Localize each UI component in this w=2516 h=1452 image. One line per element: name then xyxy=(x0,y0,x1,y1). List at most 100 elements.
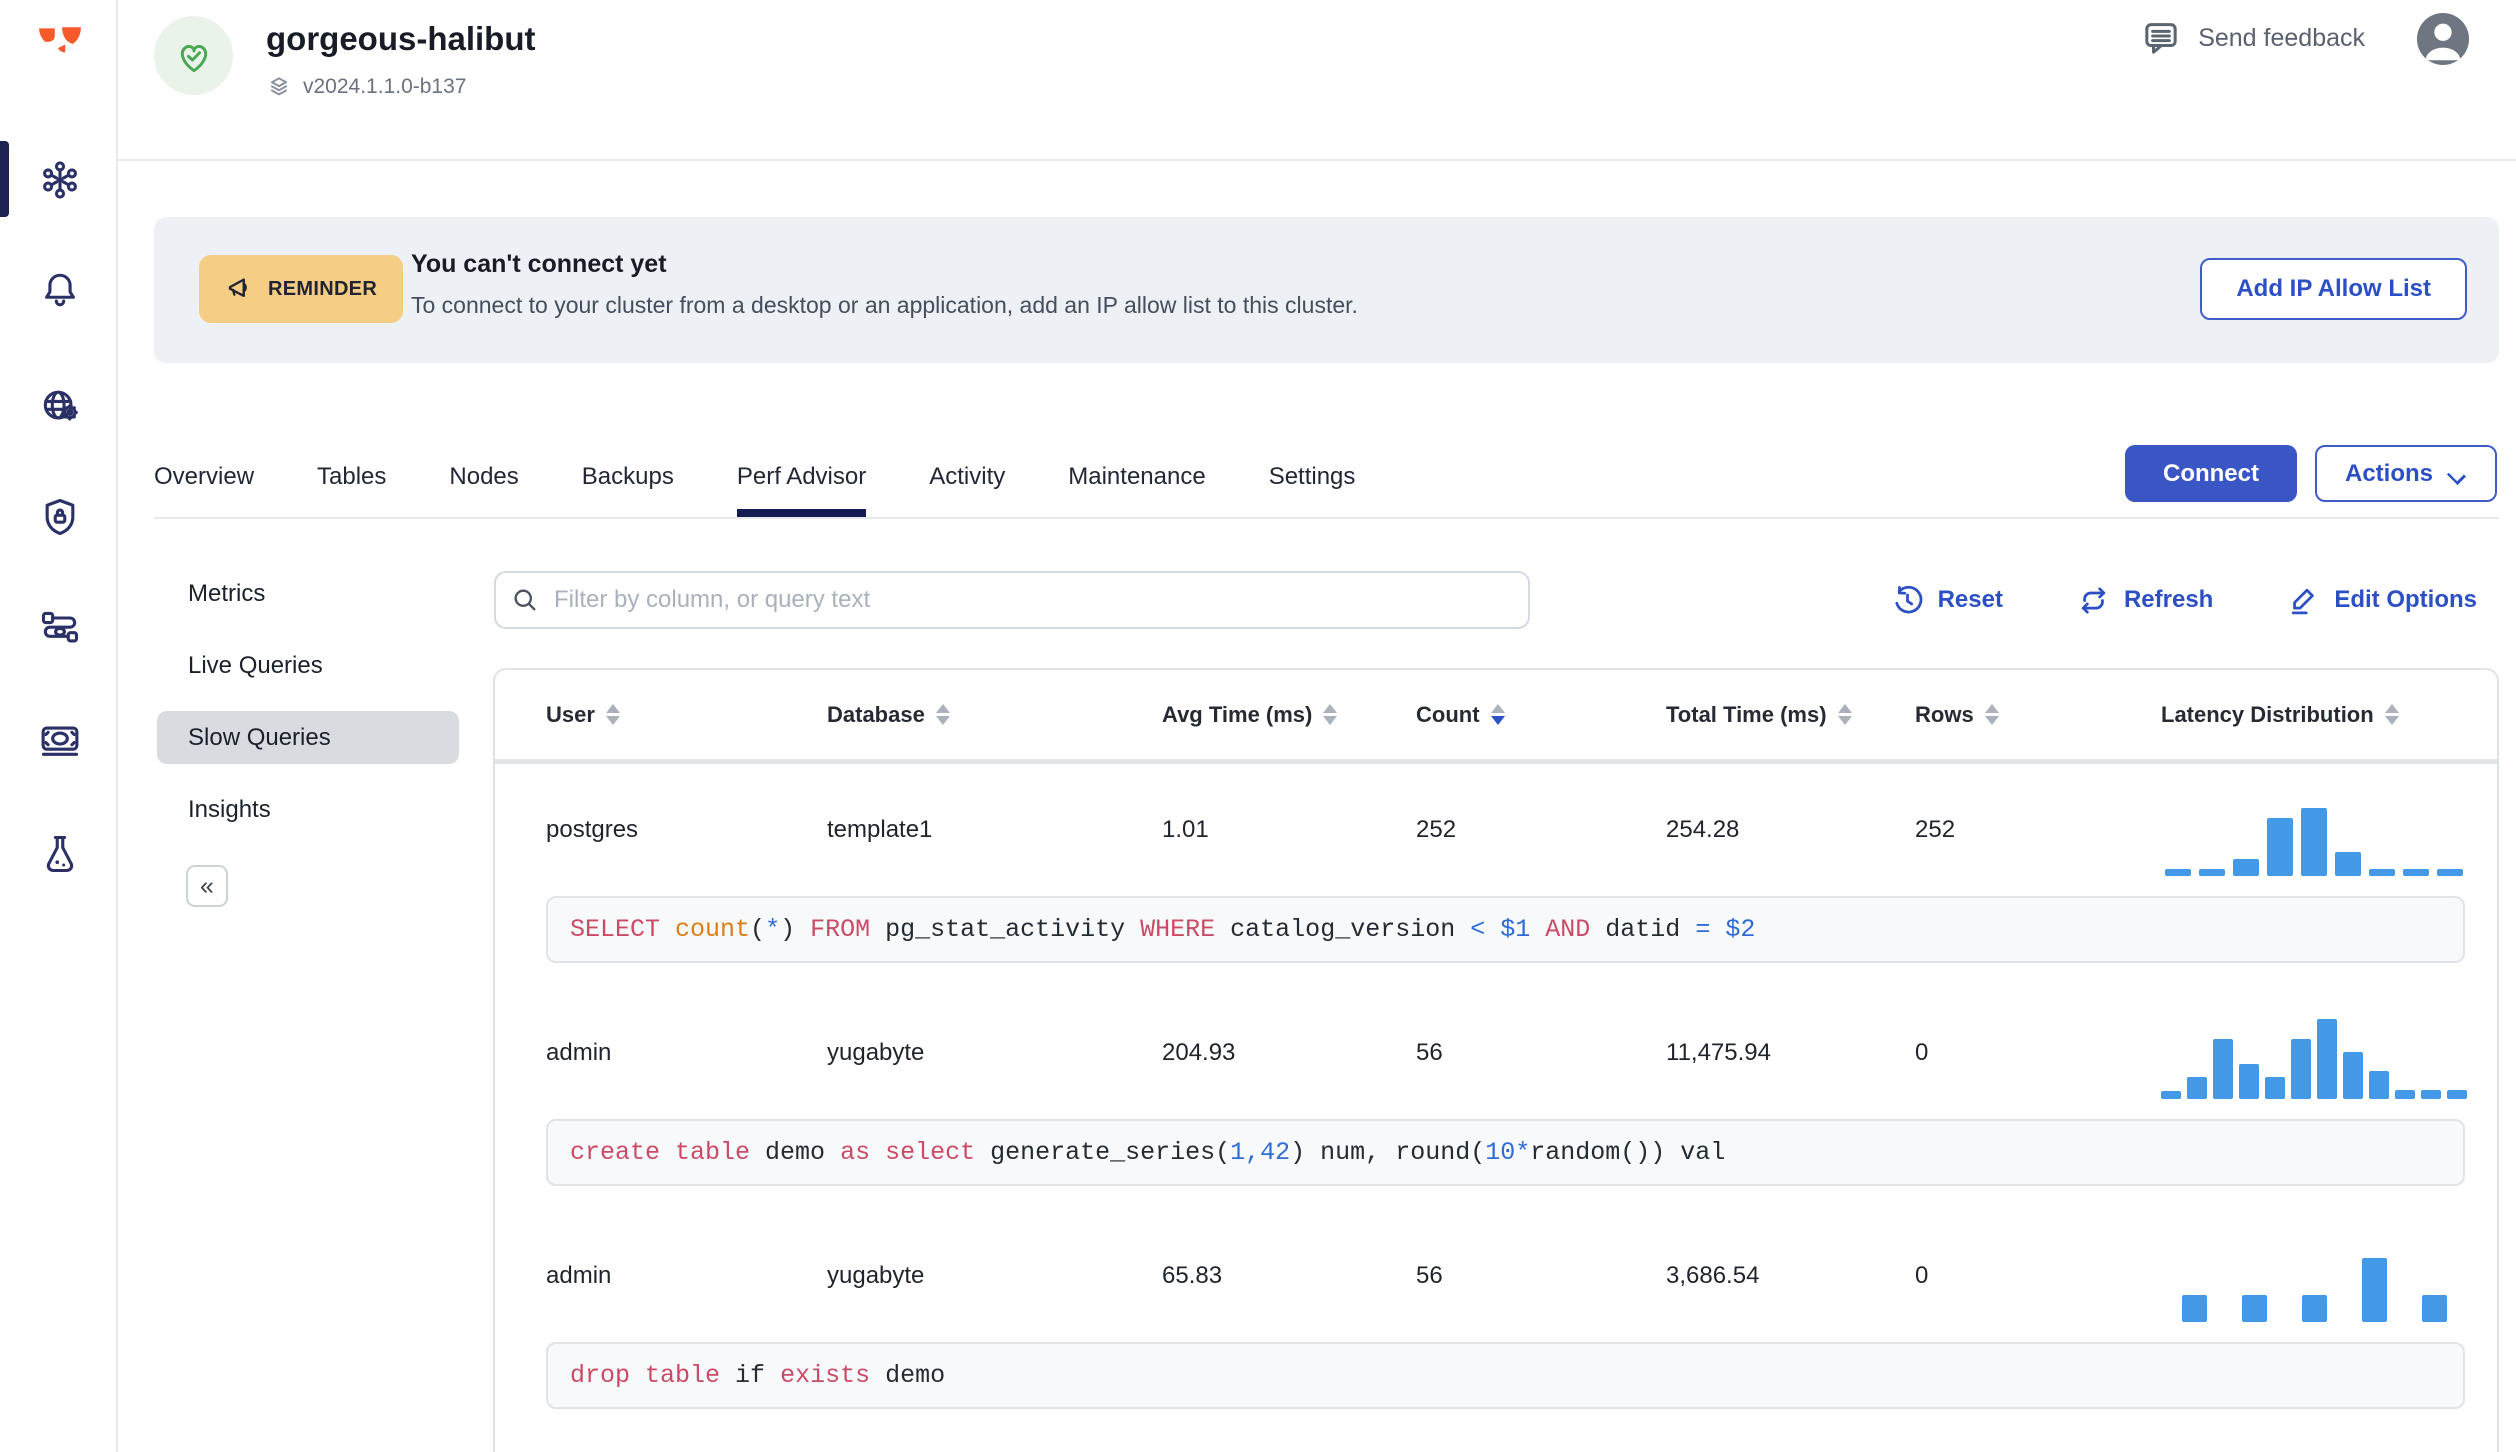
histogram-bar xyxy=(2369,1071,2389,1099)
latency-histogram xyxy=(2161,1230,2467,1322)
cell-count: 252 xyxy=(1416,816,1457,843)
collapse-sidenav-button[interactable]: « xyxy=(186,865,228,907)
tab-overview[interactable]: Overview xyxy=(154,437,254,517)
cell-avg-time: 65.83 xyxy=(1162,1262,1223,1289)
active-nav-indicator xyxy=(0,141,9,217)
column-label: Avg Time (ms) xyxy=(1162,701,1313,727)
histogram-bar xyxy=(2369,869,2395,876)
table-row[interactable]: admin yugabyte 204.93 56 11,475.94 0 xyxy=(495,987,2497,1119)
column-header-count[interactable]: Count xyxy=(1416,702,1666,728)
sidebar-item-notifications[interactable] xyxy=(38,267,82,311)
column-label: Rows xyxy=(1915,701,1974,727)
reset-label: Reset xyxy=(1937,586,2003,613)
refresh-label: Refresh xyxy=(2123,586,2214,613)
tab-backups[interactable]: Backups xyxy=(582,437,674,517)
column-header-database[interactable]: Database xyxy=(827,702,1162,728)
sidebar-item-clusters[interactable] xyxy=(38,158,82,202)
cell-avg-time: 204.93 xyxy=(1162,1039,1236,1066)
bell-icon xyxy=(45,273,75,307)
query-text: drop table if exists demo xyxy=(546,1342,2465,1409)
connect-button[interactable]: Connect xyxy=(2124,445,2297,502)
histogram-bar xyxy=(2239,1064,2259,1099)
table-row[interactable]: postgres template1 1.01 252 254.28 252 xyxy=(495,764,2497,896)
clusters-icon xyxy=(43,161,77,199)
refresh-button[interactable]: Refresh xyxy=(2077,584,2213,617)
slow-queries-table: User Database Avg Time (ms) Count Total Time… xyxy=(493,668,2499,1452)
perf-advisor-subnav: Metrics Live Queries Slow Queries Insights xyxy=(157,567,459,855)
histogram-bar xyxy=(2361,1258,2387,1322)
tabs-list: Overview Tables Nodes Backups Perf Advisor Ac… xyxy=(154,437,1418,517)
tab-tables[interactable]: Tables xyxy=(317,437,386,517)
histogram-bar xyxy=(2421,1295,2447,1322)
heart-check-icon xyxy=(180,44,207,72)
sidenav-item-insights[interactable]: Insights xyxy=(157,783,459,836)
shield-lock-icon xyxy=(45,498,75,536)
banner-description: To connect to your cluster from a deskto… xyxy=(411,292,1358,318)
search-icon xyxy=(514,589,536,611)
actions-dropdown-button[interactable]: Actions xyxy=(2314,445,2497,502)
sidenav-item-slow-queries[interactable]: Slow Queries xyxy=(157,711,459,764)
histogram-bar xyxy=(2241,1295,2267,1322)
sidenav-item-live-queries[interactable]: Live Queries xyxy=(157,639,459,692)
user-avatar[interactable] xyxy=(2416,12,2470,66)
latency-histogram xyxy=(2161,784,2467,876)
chevron-down-icon xyxy=(2449,468,2467,479)
column-label: User xyxy=(546,701,595,727)
table-row[interactable]: admin yugabyte 65.83 56 3,686.54 0 xyxy=(495,1210,2497,1342)
sidebar-item-integrations[interactable] xyxy=(38,607,82,651)
tab-maintenance[interactable]: Maintenance xyxy=(1068,437,1205,517)
tab-nodes[interactable]: Nodes xyxy=(449,437,518,517)
cell-user: postgres xyxy=(546,816,639,843)
edit-options-label: Edit Options xyxy=(2334,586,2477,613)
layers-icon xyxy=(270,77,288,96)
send-feedback-button[interactable]: Send feedback xyxy=(2141,18,2365,58)
histogram-bar xyxy=(2267,818,2293,876)
column-header-total-time-ms[interactable]: Total Time (ms) xyxy=(1666,702,1915,728)
flask-icon xyxy=(46,835,74,873)
sidebar-item-network-settings[interactable] xyxy=(38,384,82,428)
cell-database: yugabyte xyxy=(827,1039,925,1066)
tab-activity[interactable]: Activity xyxy=(929,437,1005,517)
sort-arrows-icon xyxy=(1984,704,1999,725)
histogram-bar xyxy=(2265,1077,2285,1099)
send-feedback-label: Send feedback xyxy=(2198,23,2365,52)
icon-sidebar xyxy=(0,0,118,1452)
add-ip-allow-list-button[interactable]: Add IP Allow List xyxy=(2200,258,2467,320)
histogram-bar xyxy=(2213,1039,2233,1099)
sidebar-item-labs[interactable] xyxy=(38,832,82,876)
cell-user: admin xyxy=(546,1039,612,1066)
refresh-icon xyxy=(2081,586,2106,614)
cell-user: admin xyxy=(546,1262,612,1289)
sidenav-item-metrics[interactable]: Metrics xyxy=(157,567,459,620)
reset-button[interactable]: Reset xyxy=(1891,584,2003,617)
column-header-latency-distribution[interactable]: Latency Distribution xyxy=(2161,702,2497,728)
page-title: gorgeous-halibut xyxy=(266,20,536,57)
tab-perf-advisor[interactable]: Perf Advisor xyxy=(736,437,867,517)
reminder-badge: REMINDER xyxy=(199,255,404,323)
edit-pencil-icon xyxy=(2292,588,2315,614)
histogram-bar xyxy=(2447,1090,2467,1099)
column-label: Total Time (ms) xyxy=(1666,701,1827,727)
filter-input[interactable] xyxy=(494,571,1530,629)
histogram-bar xyxy=(2437,869,2463,876)
column-label: Database xyxy=(827,701,925,727)
yugabyte-logo-icon xyxy=(39,27,81,53)
sidebar-item-billing[interactable] xyxy=(38,718,82,762)
cluster-tabs: Overview Tables Nodes Backups Perf Advisor Ac… xyxy=(154,437,2499,519)
sort-arrows-icon xyxy=(935,704,950,725)
column-header-user[interactable]: User xyxy=(495,702,827,728)
column-header-rows[interactable]: Rows xyxy=(1915,702,2161,728)
sidebar-item-security[interactable] xyxy=(38,495,82,539)
tab-settings[interactable]: Settings xyxy=(1269,437,1356,517)
tab-action-buttons: Connect Actions xyxy=(2124,445,2497,502)
histogram-bar xyxy=(2181,1295,2207,1322)
table-body: postgres template1 1.01 252 254.28 252 SELECT … xyxy=(495,764,2497,1409)
sort-arrows-icon xyxy=(605,704,620,725)
column-label: Latency Distribution xyxy=(2161,701,2374,727)
edit-options-button[interactable]: Edit Options xyxy=(2287,584,2477,617)
cell-total-time: 11,475.94 xyxy=(1666,1039,1771,1066)
column-label: Count xyxy=(1416,701,1480,727)
column-header-avg-time-ms[interactable]: Avg Time (ms) xyxy=(1162,702,1416,728)
cell-rows: 0 xyxy=(1915,1039,1929,1066)
globe-gear-icon xyxy=(43,390,78,421)
